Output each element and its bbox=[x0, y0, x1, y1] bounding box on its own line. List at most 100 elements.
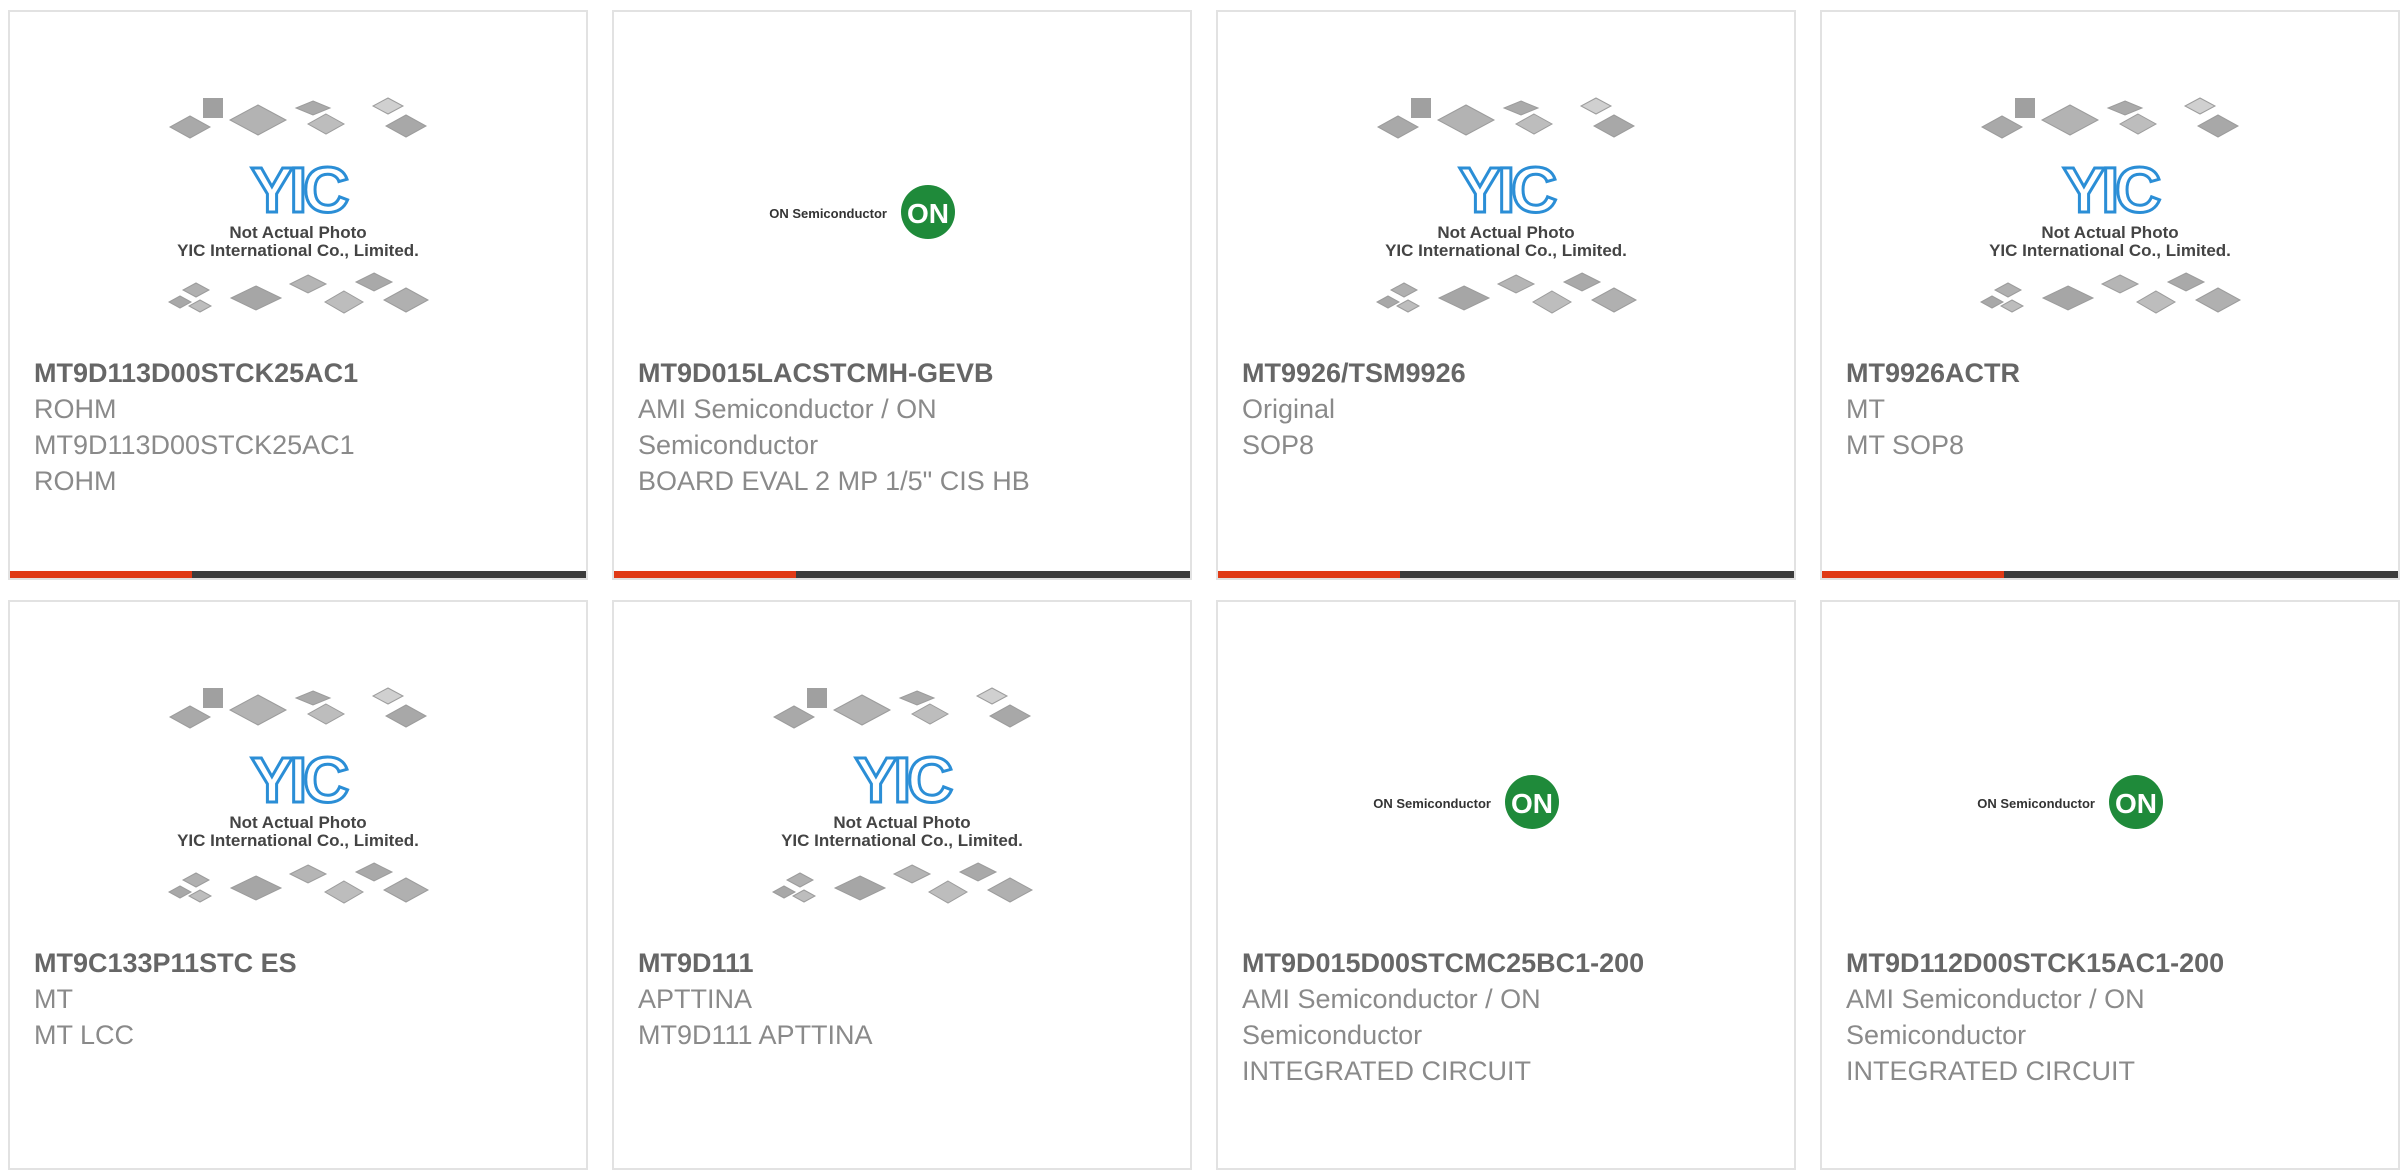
chip-graphic bbox=[975, 687, 1009, 705]
product-image[interactable]: ON Semiconductor ON bbox=[1218, 682, 1794, 922]
chip-graphic bbox=[203, 688, 223, 708]
chip-graphic bbox=[958, 862, 998, 882]
chip-graphic bbox=[167, 885, 193, 899]
chip-graphic bbox=[168, 115, 212, 139]
chip-graphic bbox=[785, 872, 815, 888]
product-part-number[interactable]: MT9926ACTR bbox=[1846, 355, 2378, 391]
chip-graphic bbox=[1395, 299, 1421, 313]
on-wordmark: ON Semiconductor bbox=[769, 206, 887, 221]
product-image[interactable]: ON Semiconductor ON bbox=[1822, 682, 2398, 922]
chip-graphic bbox=[1496, 274, 1536, 294]
placeholder-caption: Not Actual Photo bbox=[833, 813, 970, 832]
chip-graphic bbox=[382, 287, 430, 313]
product-card[interactable]: YIC Not Actual Photo YIC International Co.… bbox=[612, 600, 1192, 1170]
yic-placeholder-image: YICNot Actual PhotoYIC International Co.… bbox=[167, 687, 430, 904]
product-part-number[interactable]: MT9D015LACSTCMH-GEVB bbox=[638, 355, 1170, 391]
product-detail-line: APTTINA bbox=[638, 984, 753, 1014]
chip-graphic bbox=[2136, 290, 2176, 314]
product-info: MT9D113D00STCK25AC1 ROHM MT9D113D00STCK2… bbox=[34, 355, 566, 499]
product-image[interactable]: YIC Not Actual Photo YIC International Co.… bbox=[1218, 92, 1794, 332]
placeholder-caption: Not Actual Photo bbox=[229, 223, 366, 242]
placeholder-caption: YIC International Co., Limited. bbox=[177, 241, 419, 260]
card-progress-accent bbox=[614, 571, 796, 578]
chip-graphic bbox=[833, 875, 887, 901]
product-card[interactable]: ON Semiconductor ON MT9D015LACSTCMH-GEVB … bbox=[612, 10, 1192, 580]
product-part-number[interactable]: MT9926/TSM9926 bbox=[1242, 355, 1774, 391]
product-detail-line: Original bbox=[1242, 394, 1336, 424]
product-card[interactable]: YIC Not Actual Photo YIC International Co.… bbox=[8, 600, 588, 1170]
product-card[interactable]: YIC Not Actual Photo YIC International Co.… bbox=[1820, 10, 2400, 580]
chip-graphic bbox=[306, 703, 346, 725]
product-part-number[interactable]: MT9C133P11STC ES bbox=[34, 945, 566, 981]
yic-placeholder-image: YICNot Actual PhotoYIC International Co.… bbox=[771, 687, 1034, 904]
product-image[interactable]: YIC Not Actual Photo YIC International Co.… bbox=[10, 682, 586, 922]
chip-graphic bbox=[1376, 115, 1420, 139]
chip-graphic bbox=[187, 889, 213, 903]
product-part-number[interactable]: MT9D112D00STCK15AC1-200 bbox=[1846, 945, 2378, 981]
product-detail-line: MT9D111 APTTINA bbox=[638, 1020, 873, 1050]
yic-logo: YIC bbox=[251, 744, 348, 816]
chip-graphic bbox=[228, 104, 288, 136]
chip-graphic bbox=[294, 690, 332, 706]
product-part-number[interactable]: MT9D015D00STCMC25BC1-200 bbox=[1242, 945, 1774, 981]
product-card[interactable]: YIC Not Actual Photo YIC International Co.… bbox=[8, 10, 588, 580]
placeholder-caption: YIC International Co., Limited. bbox=[177, 831, 419, 850]
chip-graphic bbox=[288, 274, 328, 294]
chip-graphic bbox=[1514, 113, 1554, 135]
chip-graphic bbox=[354, 862, 394, 882]
chip-graphic bbox=[771, 885, 797, 899]
chip-graphic bbox=[229, 875, 283, 901]
chip-graphic bbox=[1436, 104, 1496, 136]
product-image[interactable]: YIC Not Actual Photo YIC International Co.… bbox=[10, 92, 586, 332]
chip-graphic bbox=[1532, 290, 1572, 314]
card-progress-accent bbox=[1218, 571, 1400, 578]
yic-logo: YIC bbox=[2063, 154, 2160, 226]
chip-graphic bbox=[294, 100, 332, 116]
product-info: MT9D015D00STCMC25BC1-200 AMI Semiconduct… bbox=[1242, 945, 1774, 1089]
yic-logo: YIC bbox=[251, 154, 348, 226]
chip-graphic bbox=[187, 299, 213, 313]
chip-graphic bbox=[168, 705, 212, 729]
yic-placeholder-image: YICNot Actual PhotoYIC International Co.… bbox=[167, 97, 430, 314]
chip-graphic bbox=[203, 98, 223, 118]
product-card[interactable]: YIC Not Actual Photo YIC International Co.… bbox=[1216, 10, 1796, 580]
chip-graphic bbox=[928, 880, 968, 904]
product-detail-line: MT bbox=[1846, 394, 1885, 424]
card-progress-accent bbox=[10, 571, 192, 578]
on-badge-text: ON bbox=[2115, 788, 2157, 819]
product-image[interactable]: ON Semiconductor ON bbox=[614, 92, 1190, 332]
product-detail-line: Semiconductor bbox=[1242, 1020, 1423, 1050]
chip-graphic bbox=[2100, 274, 2140, 294]
product-detail-line: Semiconductor bbox=[1846, 1020, 2027, 1050]
product-part-number[interactable]: MT9D113D00STCK25AC1 bbox=[34, 355, 566, 391]
on-semiconductor-logo: ON Semiconductor ON bbox=[1977, 775, 2163, 829]
chip-graphic bbox=[1579, 97, 1613, 115]
chip-graphic bbox=[288, 864, 328, 884]
product-detail-line: MT SOP8 bbox=[1846, 430, 1965, 460]
product-card[interactable]: ON Semiconductor ON MT9D015D00STCMC25BC1-… bbox=[1216, 600, 1796, 1170]
card-progress-accent bbox=[1822, 571, 2004, 578]
product-detail-line: MT LCC bbox=[34, 1020, 135, 1050]
product-image[interactable]: YIC Not Actual Photo YIC International Co.… bbox=[614, 682, 1190, 922]
product-info: MT9D111 APTTINA MT9D111 APTTINA bbox=[638, 945, 1170, 1053]
on-wordmark: ON Semiconductor bbox=[1373, 796, 1491, 811]
product-part-number[interactable]: MT9D111 bbox=[638, 945, 1170, 981]
product-image[interactable]: YIC Not Actual Photo YIC International Co.… bbox=[1822, 92, 2398, 332]
product-detail-line: MT9D113D00STCK25AC1 bbox=[34, 430, 355, 460]
chip-graphic bbox=[181, 282, 211, 298]
on-semiconductor-logo: ON Semiconductor ON bbox=[769, 185, 955, 239]
product-detail-line: AMI Semiconductor / ON bbox=[1242, 984, 1541, 1014]
chip-graphic bbox=[2118, 113, 2158, 135]
placeholder-caption: Not Actual Photo bbox=[229, 813, 366, 832]
product-detail-line: AMI Semiconductor / ON bbox=[638, 394, 937, 424]
chip-graphic bbox=[324, 880, 364, 904]
on-semiconductor-logo: ON Semiconductor ON bbox=[1373, 775, 1559, 829]
chip-graphic bbox=[324, 290, 364, 314]
chip-graphic bbox=[1590, 287, 1638, 313]
product-detail-line: MT bbox=[34, 984, 73, 1014]
chip-graphic bbox=[1411, 98, 1431, 118]
card-progress-bar bbox=[614, 571, 1190, 578]
chip-graphic bbox=[306, 113, 346, 135]
product-card[interactable]: ON Semiconductor ON MT9D112D00STCK15AC1-2… bbox=[1820, 600, 2400, 1170]
chip-graphic bbox=[382, 877, 430, 903]
